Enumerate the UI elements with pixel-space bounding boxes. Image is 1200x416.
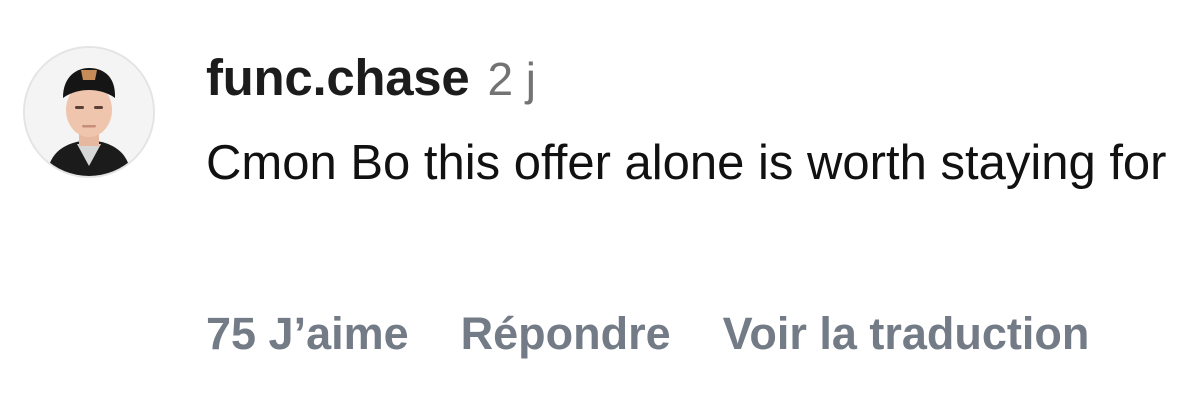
comment-text: Cmon Bo this offer alone is worth stayin… [206, 136, 1167, 190]
comment-body: func.chase 2 j Cmon Bo this offer alone … [206, 48, 1186, 201]
avatar-image [25, 48, 153, 176]
comment-timestamp[interactable]: 2 j [487, 52, 536, 106]
avatar[interactable] [23, 46, 155, 178]
username-link[interactable]: func.chase [206, 48, 470, 107]
see-translation-button[interactable]: Voir la traduction [723, 308, 1090, 360]
comment-header: func.chase 2 j [206, 48, 1186, 128]
likes-count[interactable]: 75 J’aime [206, 308, 409, 360]
reply-button[interactable]: Répondre [461, 308, 671, 360]
comment: func.chase 2 j Cmon Bo this offer alone … [0, 0, 1200, 416]
comment-actions: 75 J’aime Répondre Voir la traduction [206, 308, 1089, 360]
